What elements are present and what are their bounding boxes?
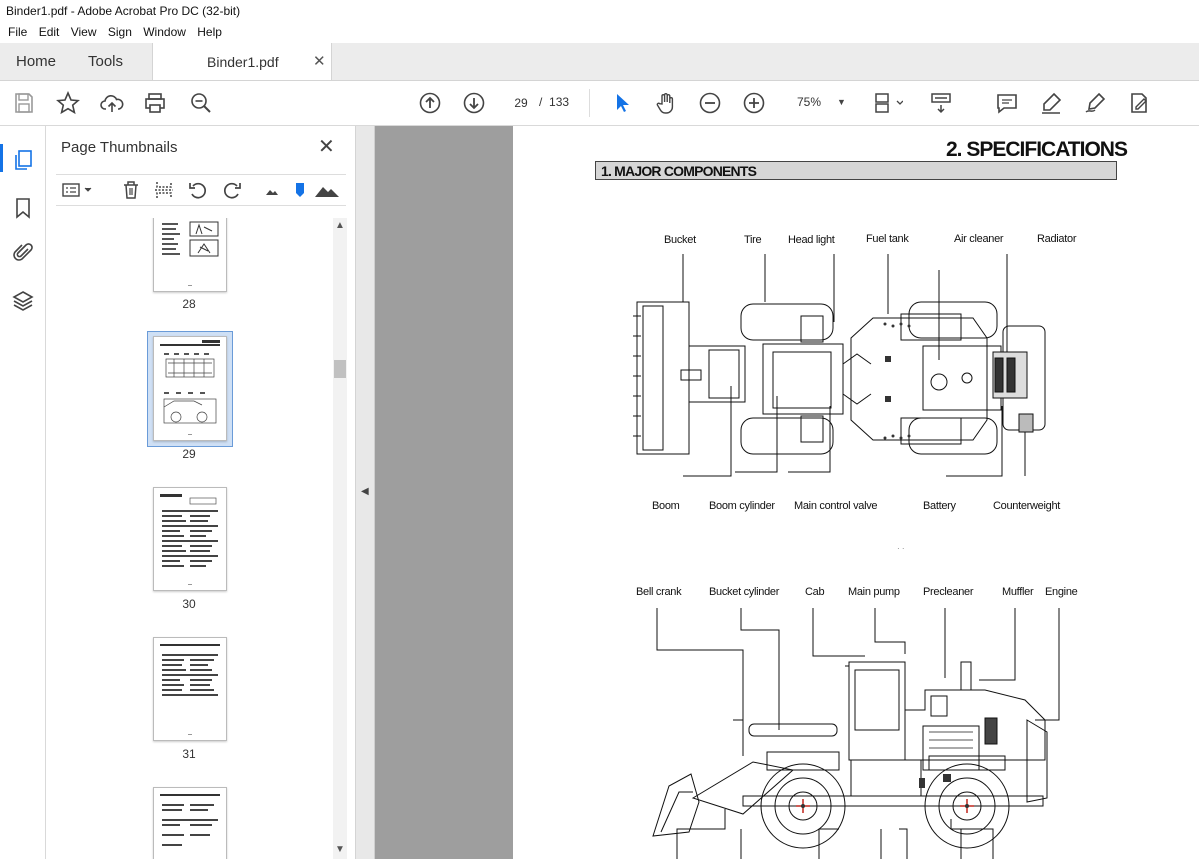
highlight-pen-icon[interactable]	[1039, 91, 1063, 115]
thumbnail-label-29: 29	[182, 447, 196, 461]
zoom-select[interactable]: 75% ▼	[785, 91, 863, 113]
menu-sign[interactable]: Sign	[108, 25, 132, 39]
select-cursor-icon[interactable]	[610, 91, 634, 115]
zoom-in-icon[interactable]	[742, 91, 766, 115]
label-radiator: Radiator	[1037, 233, 1077, 245]
label-fuel-tank: Fuel tank	[866, 233, 909, 245]
thumbnail-scrollbar[interactable]: ▲ ▼	[333, 218, 347, 859]
panel-title: Page Thumbnails	[61, 139, 178, 156]
page-count: / 133	[539, 95, 569, 109]
fill-sign-icon[interactable]	[1127, 91, 1151, 115]
scrollbar-thumb[interactable]	[334, 360, 346, 378]
page-number-input[interactable]: 29	[505, 91, 537, 115]
window-title: Binder1.pdf - Adobe Acrobat Pro DC (32-b…	[6, 4, 241, 18]
next-page-icon[interactable]	[462, 91, 486, 115]
menu-file[interactable]: File	[8, 25, 27, 39]
active-indicator	[0, 144, 3, 172]
label-cab: Cab	[805, 586, 825, 598]
figure-separator-mark: · ·	[897, 544, 905, 553]
thumbnail-toolbar	[56, 174, 346, 206]
top-view-diagram	[633, 254, 1046, 477]
thumbnail-size-slider-icon[interactable]	[294, 180, 306, 200]
thumbnail-page-31[interactable]	[153, 637, 227, 741]
thumbnail-label-28: 28	[182, 297, 196, 311]
comment-icon[interactable]	[995, 91, 1019, 115]
delete-page-icon[interactable]	[121, 180, 141, 200]
layers-icon[interactable]	[11, 289, 35, 313]
label-engine: Engine	[1045, 586, 1078, 598]
close-panel-icon[interactable]: ✕	[318, 134, 335, 159]
tab-bar: Home Tools Binder1.pdf ✕	[0, 43, 1199, 81]
rotate-right-icon[interactable]	[222, 180, 242, 200]
thumbnail-page-28[interactable]	[153, 218, 227, 292]
page-heading: 2. SPECIFICATIONS	[946, 138, 1128, 161]
label-bell-crank: Bell crank	[636, 586, 682, 598]
label-air-cleaner: Air cleaner	[954, 233, 1004, 245]
label-precleaner: Precleaner	[923, 586, 974, 598]
label-bucket: Bucket	[664, 234, 696, 246]
label-tire: Tire	[744, 234, 762, 246]
label-bucket-cylinder: Bucket cylinder	[709, 586, 780, 598]
zoom-in-thumbnail-icon[interactable]	[314, 180, 340, 200]
thumbnail-page-29[interactable]	[153, 336, 227, 441]
zoom-out-thumbnail-icon[interactable]	[262, 180, 282, 200]
scroll-up-icon[interactable]: ▲	[335, 220, 345, 231]
extract-pages-icon[interactable]	[154, 180, 174, 200]
label-muffler: Muffler	[1002, 586, 1034, 598]
thumbnail-page-32[interactable]	[153, 787, 227, 859]
tab-document[interactable]: Binder1.pdf ✕	[152, 43, 332, 80]
side-view-diagram	[652, 608, 1060, 859]
tab-tools[interactable]: Tools	[88, 53, 123, 70]
toolbar-divider	[589, 89, 590, 117]
previous-page-icon[interactable]	[418, 91, 442, 115]
chevron-down-icon: ▼	[837, 97, 846, 107]
hand-tool-icon[interactable]	[654, 91, 678, 115]
upload-cloud-icon[interactable]	[100, 91, 124, 115]
document-tab-label: Binder1.pdf	[207, 54, 279, 70]
label-main-pump: Main pump	[848, 586, 900, 598]
close-tab-icon[interactable]: ✕	[313, 52, 326, 70]
thumbnail-label-31: 31	[182, 747, 196, 761]
save-icon[interactable]	[12, 91, 36, 115]
thumbnail-list: 28 29 30 31	[56, 218, 332, 859]
draw-freehand-icon[interactable]	[1083, 91, 1107, 115]
pdf-page: 2. SPECIFICATIONS 1. MAJOR COMPONENTS Bu…	[513, 126, 1199, 859]
print-icon[interactable]	[143, 91, 167, 115]
collapse-panel-handle[interactable]: ◀	[356, 126, 375, 859]
zoom-out-icon[interactable]	[698, 91, 722, 115]
menu-window[interactable]: Window	[143, 25, 186, 39]
scroll-down-icon[interactable]: ▼	[335, 844, 345, 855]
bookmark-star-icon[interactable]	[56, 90, 80, 115]
attachments-icon[interactable]	[11, 241, 35, 265]
page-thumbnails-icon[interactable]	[11, 148, 35, 172]
options-menu-icon[interactable]	[61, 180, 95, 200]
rotate-left-icon[interactable]	[188, 180, 208, 200]
label-head-light: Head light	[788, 234, 835, 246]
page-thumbnails-panel: Page Thumbnails ✕ 28 29 30 31 ▲ ▼	[46, 126, 356, 859]
thumbnail-page-30[interactable]	[153, 487, 227, 591]
page-separator: /	[539, 95, 543, 109]
tab-home[interactable]: Home	[16, 53, 56, 70]
bookmarks-icon[interactable]	[11, 196, 35, 220]
collapse-left-icon: ◀	[361, 486, 369, 497]
menu-bar: File Edit View Sign Window Help	[0, 22, 1199, 43]
find-zoom-icon[interactable]	[189, 91, 213, 115]
menu-help[interactable]: Help	[197, 25, 222, 39]
total-pages: 133	[549, 95, 570, 109]
section-heading: 1. MAJOR COMPONENTS	[601, 163, 757, 179]
page-display-icon[interactable]	[873, 91, 904, 115]
title-bar: Binder1.pdf - Adobe Acrobat Pro DC (32-b…	[0, 0, 1199, 22]
toolbar: 29 / 133 75% ▼	[0, 81, 1199, 126]
scroll-mode-icon[interactable]	[929, 91, 953, 115]
menu-view[interactable]: View	[71, 25, 97, 39]
section-heading-bar: 1. MAJOR COMPONENTS	[595, 161, 1117, 180]
zoom-value: 75%	[797, 95, 822, 109]
menu-edit[interactable]: Edit	[39, 25, 60, 39]
left-navigation-rail	[0, 126, 46, 859]
thumbnail-label-30: 30	[182, 597, 196, 611]
